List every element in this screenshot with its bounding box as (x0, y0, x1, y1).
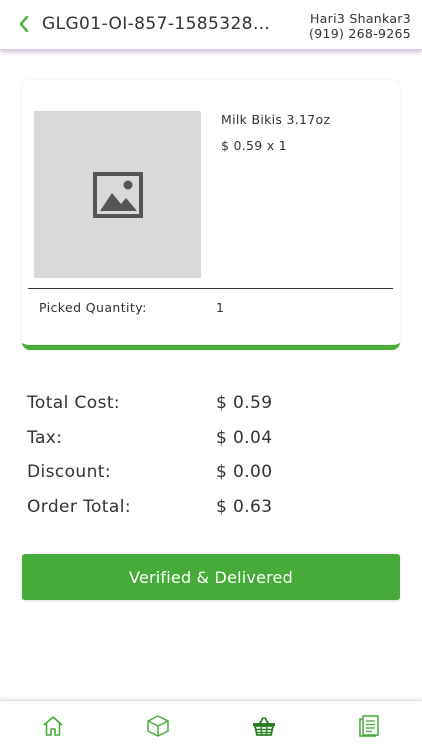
order-item-card: Milk Bikis 3.17oz $ 0.59 x 1 Picked Quan… (22, 80, 400, 350)
box-icon (147, 715, 169, 737)
order-total-value: $ 0.63 (216, 497, 273, 518)
basket-icon (253, 717, 275, 736)
total-cost-label: Total Cost: (27, 393, 121, 413)
product-name: Milk Bikis 3.17oz (221, 112, 331, 127)
product-image (34, 111, 201, 278)
customer-info: Hari3 Shankar3 (919) 268-9265 (309, 11, 411, 41)
order-total-row: Order Total: $ 0.63 (27, 497, 387, 532)
nav-basket[interactable] (251, 713, 277, 739)
order-totals: Total Cost: $ 0.59 Tax: $ 0.04 Discount:… (27, 393, 387, 532)
order-total-label: Order Total: (27, 497, 131, 518)
discount-row: Discount: $ 0.00 (27, 462, 387, 497)
divider (28, 288, 393, 289)
discount-label: Discount: (27, 462, 111, 483)
discount-value: $ 0.00 (216, 462, 273, 483)
order-id-title: GLG01-OI-857-1585328970 (42, 14, 278, 34)
verified-delivered-button[interactable]: Verified & Delivered (22, 554, 400, 600)
nav-home[interactable] (40, 713, 66, 739)
product-price-quantity: $ 0.59 x 1 (221, 138, 288, 153)
document-list-icon (359, 715, 379, 737)
home-icon (43, 716, 63, 736)
customer-phone[interactable]: (919) 268-9265 (309, 26, 411, 41)
picked-quantity-label: Picked Quantity: (39, 300, 147, 315)
nav-packages[interactable] (145, 713, 171, 739)
chevron-left-icon (19, 15, 29, 33)
customer-name: Hari3 Shankar3 (309, 11, 411, 26)
total-cost-row: Total Cost: $ 0.59 (27, 393, 387, 428)
tax-row: Tax: $ 0.04 (27, 428, 387, 463)
picked-quantity-value: 1 (216, 300, 224, 315)
tax-label: Tax: (27, 427, 63, 448)
back-button[interactable] (14, 13, 34, 35)
bottom-navigation (0, 700, 422, 750)
app-header: GLG01-OI-857-1585328970 Hari3 Shankar3 (… (0, 0, 422, 50)
nav-orders-list[interactable] (356, 713, 382, 739)
image-placeholder-icon (92, 171, 143, 218)
total-cost-value: $ 0.59 (216, 393, 273, 413)
tax-value: $ 0.04 (216, 427, 273, 448)
